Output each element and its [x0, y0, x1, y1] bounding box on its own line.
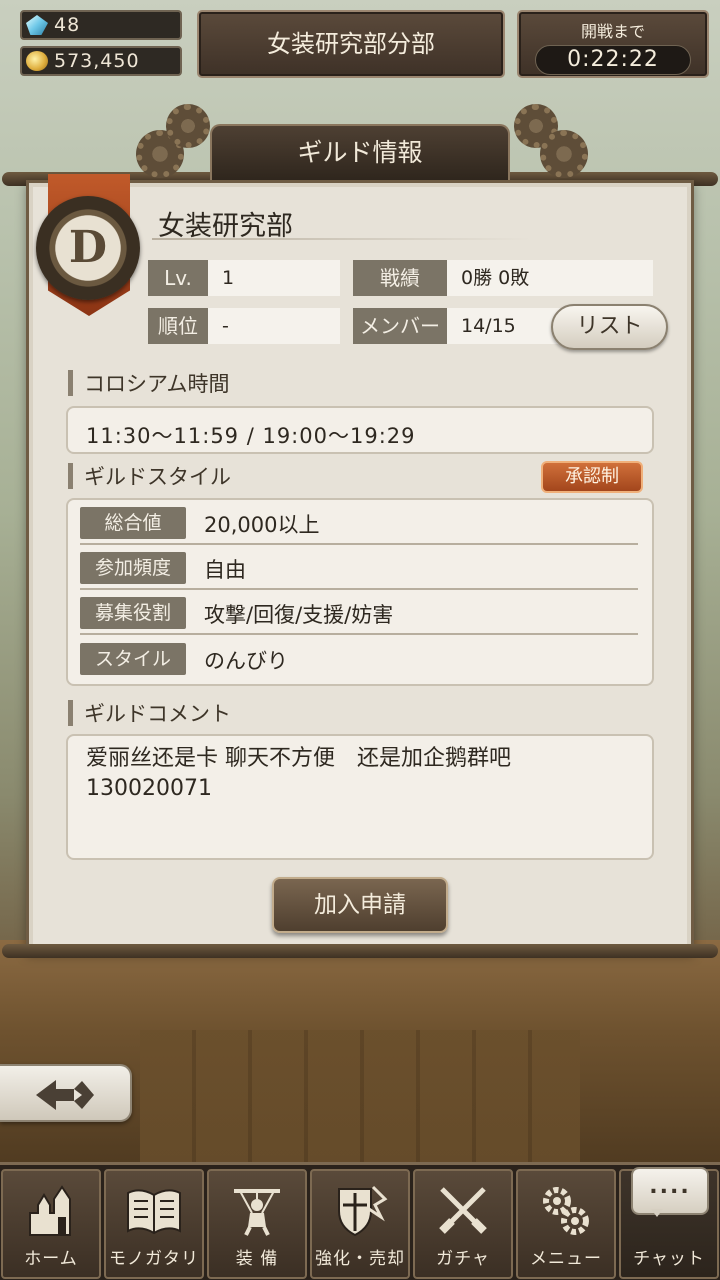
- style-row-value: 20,000以上: [204, 513, 320, 537]
- crossed-swords-icon: [439, 1187, 487, 1234]
- rank-value: -: [208, 308, 340, 344]
- record-value: 0勝 0敗: [447, 260, 653, 296]
- background-floor: [0, 940, 720, 1170]
- gears-icon: [543, 1187, 589, 1235]
- gem-count: 48: [54, 14, 81, 36]
- nav-chat[interactable]: .... チャット: [619, 1167, 719, 1279]
- coin-counter: 573,450: [20, 46, 182, 76]
- style-row: 参加頻度 自由: [80, 546, 638, 590]
- style-row-label: 総合値: [80, 507, 186, 539]
- style-row-label: 募集役割: [80, 597, 186, 629]
- members-value: 14/15: [447, 308, 567, 344]
- back-button[interactable]: [0, 1064, 132, 1122]
- rank-emblem: D: [36, 196, 140, 300]
- panel-bottom-rod: [2, 944, 718, 958]
- record-label: 戦績: [353, 260, 447, 296]
- members-label: メンバー: [353, 308, 447, 344]
- style-row-value: 自由: [204, 558, 246, 582]
- nav-gacha[interactable]: ガチャ: [413, 1169, 513, 1279]
- nav-gacha-label: ガチャ: [436, 1249, 490, 1269]
- style-row: スタイル のんびり: [80, 637, 638, 681]
- battle-countdown: 開戦まで 0:22:22: [517, 10, 709, 78]
- colosseum-time-box: 11:30〜11:59 / 19:00〜19:29: [66, 406, 654, 454]
- nav-enhance-sell[interactable]: 強化・売却: [310, 1169, 410, 1279]
- approval-badge: 承認制: [541, 461, 643, 493]
- nav-home-label: ホーム: [24, 1249, 78, 1269]
- nav-story-label: モノガタリ: [109, 1249, 199, 1269]
- shield-icon: [338, 1185, 388, 1237]
- chat-bubble-icon: ....: [631, 1167, 709, 1217]
- guild-style-section-title: ギルドスタイル: [68, 461, 231, 491]
- battle-countdown-timer: 0:22:22: [535, 45, 691, 75]
- guild-comment-box: 爱丽丝还是卡 聊天不方便 还是加企鹅群吧 130020071: [66, 734, 654, 860]
- gem-counter: 48: [20, 10, 182, 40]
- guild-name-underline: [152, 238, 532, 240]
- join-request-button[interactable]: 加入申請: [272, 877, 448, 933]
- style-row-label: 参加頻度: [80, 552, 186, 584]
- nav-equipment[interactable]: 装 備: [207, 1169, 307, 1279]
- castle-icon: [29, 1185, 71, 1236]
- bottom-navigation: ホーム モノガタリ 装 備 強化・売却 ガチャ メニュー .... チャット: [0, 1162, 720, 1280]
- style-row: 総合値 20,000以上: [80, 501, 638, 545]
- level-label: Lv.: [148, 260, 208, 296]
- coin-count: 573,450: [54, 50, 140, 72]
- current-guild-title[interactable]: 女装研究部分部: [197, 10, 505, 78]
- guild-comment-section-title: ギルドコメント: [68, 698, 231, 728]
- nav-equipment-label: 装 備: [235, 1249, 279, 1269]
- nav-story[interactable]: モノガタリ: [104, 1169, 204, 1279]
- guild-comment-text: 爱丽丝还是卡 聊天不方便 还是加企鹅群吧 130020071: [86, 746, 511, 801]
- puppet-icon: [234, 1189, 280, 1236]
- nav-menu-label: メニュー: [530, 1249, 602, 1269]
- member-list-button[interactable]: リスト: [551, 304, 668, 350]
- book-icon: [127, 1189, 181, 1235]
- nav-chat-label: チャット: [633, 1249, 705, 1269]
- colosseum-section-title: コロシアム時間: [68, 368, 230, 398]
- gear-ornament-icon: [166, 104, 210, 148]
- nav-home[interactable]: ホーム: [1, 1169, 101, 1279]
- style-row-label: スタイル: [80, 643, 186, 675]
- panel-title: ギルド情報: [210, 124, 510, 180]
- gear-ornament-icon: [540, 130, 588, 178]
- style-row: 募集役割 攻撃/回復/支援/妨害: [80, 591, 638, 635]
- back-arrow-icon: [36, 1080, 94, 1110]
- rank-label: 順位: [148, 308, 208, 344]
- crystal-icon: [26, 15, 48, 35]
- coin-stack-icon: [26, 51, 48, 71]
- style-row-value: のんびり: [204, 649, 288, 673]
- nav-enhance-sell-label: 強化・売却: [315, 1249, 405, 1269]
- style-row-value: 攻撃/回復/支援/妨害: [204, 603, 394, 627]
- nav-menu[interactable]: メニュー: [516, 1169, 616, 1279]
- colosseum-time: 11:30〜11:59 / 19:00〜19:29: [86, 424, 416, 448]
- battle-countdown-label: 開戦まで: [580, 22, 645, 41]
- level-value: 1: [208, 260, 340, 296]
